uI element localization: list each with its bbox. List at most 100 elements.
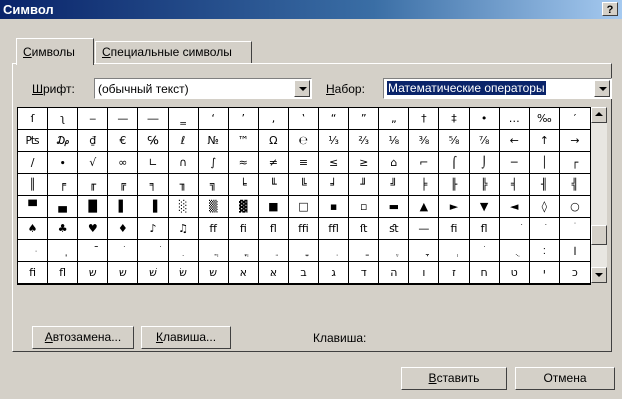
symbol-cell[interactable]: √	[78, 152, 109, 174]
symbol-cell[interactable]: ו	[409, 262, 440, 284]
symbol-cell[interactable]: №	[198, 130, 229, 152]
font-select[interactable]: (обычный текст)	[94, 78, 312, 99]
symbol-cell[interactable]: Ω	[258, 130, 289, 152]
symbol-cell[interactable]: י	[529, 262, 560, 284]
symbol-cell[interactable]: ╙	[258, 174, 289, 196]
symbol-cell[interactable]: ﬂ	[258, 218, 289, 240]
symbol-cell[interactable]: █	[78, 196, 109, 218]
symbol-cell[interactable]: ׃	[529, 240, 560, 262]
symbol-cell[interactable]: ֳ	[228, 240, 259, 262]
font-dropdown-arrow-icon[interactable]	[294, 80, 310, 97]
tab-symbols[interactable]: Символы	[16, 38, 94, 65]
symbol-cell[interactable]: ֵ	[258, 240, 289, 262]
symbol-cell[interactable]: ”	[349, 108, 380, 130]
symbol-cell[interactable]: ₯	[48, 130, 79, 152]
symbol-cell[interactable]: †	[409, 108, 440, 130]
symbol-cell[interactable]: שׁ	[138, 262, 169, 284]
symbol-cell[interactable]: ◊	[529, 196, 560, 218]
symbol-cell[interactable]: ╕	[138, 174, 169, 196]
symbol-cell[interactable]: ∙	[48, 152, 79, 174]
symbol-cell[interactable]: ד	[349, 262, 380, 284]
symbol-cell[interactable]: ╜	[349, 174, 380, 196]
symbol-cell[interactable]: “	[319, 108, 350, 130]
symbol-cell[interactable]: ▐	[138, 196, 169, 218]
symbol-cell[interactable]: ╒	[48, 174, 79, 196]
symbol-cell[interactable]: ּ	[18, 240, 49, 262]
symbol-cell[interactable]: ‰	[529, 108, 560, 130]
symbol-cell[interactable]: ╢	[529, 174, 560, 196]
symbol-cell[interactable]: ∫	[198, 152, 229, 174]
symbol-cell[interactable]: שׂ	[168, 262, 199, 284]
symbol-cell[interactable]: ╟	[439, 174, 470, 196]
symbol-cell[interactable]: —	[409, 218, 440, 240]
symbol-cell[interactable]: ▪	[319, 196, 350, 218]
symbol-cell[interactable]: ♣	[48, 218, 79, 240]
symbol-cell[interactable]: ׀	[559, 240, 590, 262]
symbol-cell[interactable]: □	[288, 196, 320, 218]
symbol-cell[interactable]: ה	[379, 262, 410, 284]
symbol-cell[interactable]: ׁ	[499, 218, 530, 240]
symbol-cell[interactable]: ⌠	[439, 152, 470, 174]
symbol-cell[interactable]: —	[108, 108, 139, 130]
symbol-cell[interactable]: כ	[559, 262, 590, 284]
symbol-cell[interactable]: ְ	[439, 240, 470, 262]
symbol-cell[interactable]: ֶ	[379, 240, 410, 262]
tab-special-symbols[interactable]: Специальные символы	[95, 41, 252, 63]
symbol-cell[interactable]: ╠	[469, 174, 500, 196]
symbol-cell[interactable]: ׁ	[138, 240, 169, 262]
symbol-cell[interactable]: ⅓	[319, 130, 350, 152]
symbol-cell[interactable]: ▼	[469, 196, 500, 218]
symbol-cell[interactable]: ╡	[499, 174, 530, 196]
symbol-cell[interactable]: •	[469, 108, 500, 130]
symbol-cell[interactable]: ⌂	[379, 152, 410, 174]
symbol-cell[interactable]: ⌡	[469, 152, 500, 174]
symbol-cell[interactable]: ׂ	[529, 218, 560, 240]
symbol-cell[interactable]: €	[108, 130, 139, 152]
symbol-cell[interactable]: ╗	[198, 174, 229, 196]
symbol-cell[interactable]: ⅞	[469, 130, 500, 152]
symbol-cell[interactable]: ∟	[138, 152, 169, 174]
symbol-cell[interactable]: ʅ	[48, 108, 79, 130]
symbol-cell[interactable]: ╖	[168, 174, 199, 196]
symbol-cell[interactable]: │	[529, 152, 560, 174]
symbol-cell[interactable]: אּ	[258, 262, 289, 284]
symbol-cell[interactable]: ‘	[198, 108, 229, 130]
symbol-cell[interactable]: ╚	[288, 174, 320, 196]
symbol-cell[interactable]: ֿ	[78, 240, 109, 262]
symbol-cell[interactable]: ⌐	[409, 152, 440, 174]
symbol-cell[interactable]: ←	[499, 130, 530, 152]
symbol-cell[interactable]: ▲	[409, 196, 440, 218]
symbol-cell[interactable]: ′	[559, 108, 590, 130]
symbol-cell[interactable]: ╛	[319, 174, 350, 196]
symbol-cell[interactable]: ſ	[18, 108, 49, 130]
symbol-cell[interactable]: ₧	[18, 130, 49, 152]
symbol-cell[interactable]: ∕	[18, 152, 49, 174]
symbol-cell[interactable]: ﬄ	[319, 218, 350, 240]
symbol-cell[interactable]: „	[379, 108, 410, 130]
symbol-cell[interactable]: ╣	[559, 174, 590, 196]
symbol-cell[interactable]: ‚	[258, 108, 289, 130]
symbol-cell[interactable]: ≡	[288, 152, 320, 174]
symbol-cell[interactable]: ﬁ	[439, 218, 470, 240]
symbol-cell[interactable]: ‒	[78, 108, 109, 130]
subset-select[interactable]: Математические операторы	[383, 78, 612, 99]
symbol-grid-scrollbar[interactable]	[591, 107, 607, 283]
symbol-cell[interactable]: ≠	[258, 152, 289, 174]
symbol-cell[interactable]: ╓	[78, 174, 109, 196]
symbol-cell[interactable]: ‗	[168, 108, 199, 130]
symbol-cell[interactable]: ט	[499, 262, 530, 284]
symbol-cell[interactable]: ▒	[198, 196, 229, 218]
symbol-cell[interactable]: ┌	[559, 152, 590, 174]
symbol-cell[interactable]: ﬂ	[469, 218, 500, 240]
symbol-cell[interactable]: ﬅ	[349, 218, 380, 240]
scroll-thumb[interactable]	[591, 225, 607, 245]
symbol-cell[interactable]: ▌	[108, 196, 139, 218]
symbol-cell[interactable]: ■	[258, 196, 289, 218]
symbol-cell[interactable]: ℮	[288, 130, 320, 152]
symbol-cell[interactable]: ♠	[18, 218, 49, 240]
symbol-cell[interactable]: ₫	[78, 130, 109, 152]
symbol-cell[interactable]: ░	[168, 196, 199, 218]
cancel-button[interactable]: Отмена	[515, 367, 615, 390]
symbol-cell[interactable]: ♥	[78, 218, 109, 240]
symbol-cell[interactable]: ⅜	[409, 130, 440, 152]
